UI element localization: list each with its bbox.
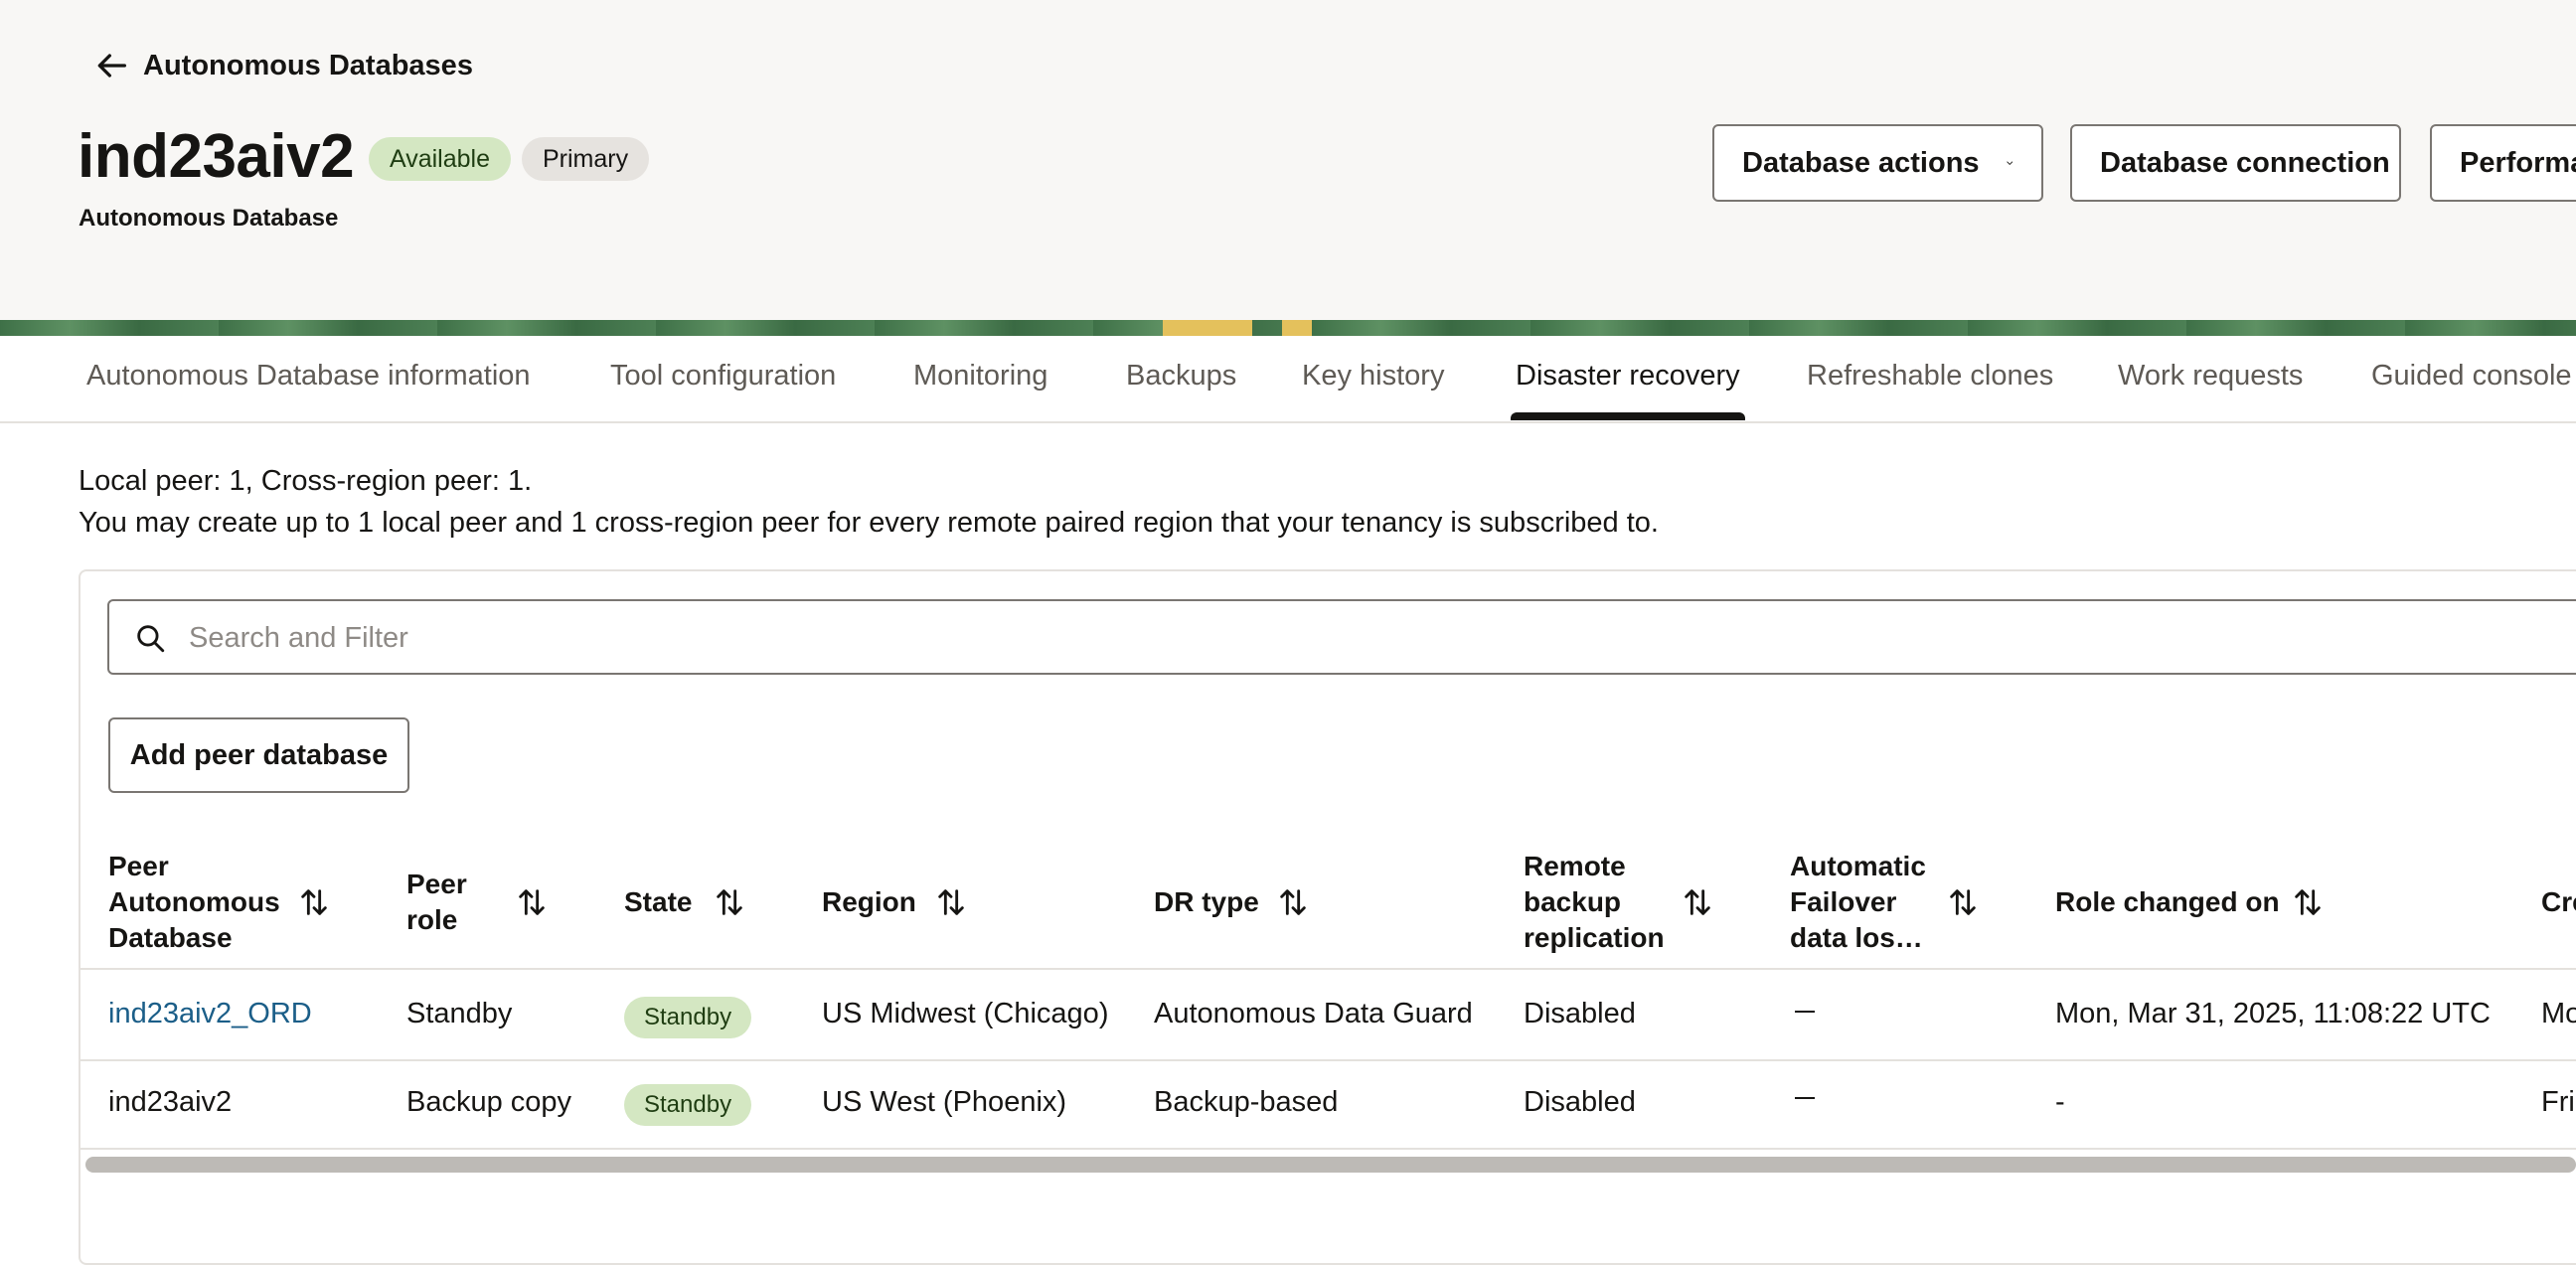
column-header-line: backup (1524, 886, 1622, 917)
column-header-line: Failover (1790, 886, 1897, 917)
created-cell: Mon (2541, 998, 2576, 1029)
peer-role-cell: Backup copy (406, 1086, 572, 1118)
tab-key-history[interactable]: Key history (1302, 360, 1444, 393)
banner-highlight (1282, 320, 1312, 336)
column-header-peer-database[interactable]: Peer Autonomous Database (108, 849, 280, 956)
peer-role-cell: Standby (406, 998, 513, 1029)
banner-highlight (1163, 320, 1252, 336)
search-input[interactable] (187, 611, 2576, 665)
column-header-peer-role[interactable]: Peer role (406, 867, 467, 938)
tab-refreshable-clones[interactable]: Refreshable clones (1807, 360, 2053, 393)
region-cell: US West (Phoenix) (822, 1086, 1067, 1118)
arrow-left-icon (97, 54, 127, 78)
role-changed-on-cell: - (2055, 1086, 2065, 1118)
column-header-state[interactable]: State (624, 884, 692, 920)
peer-limit-text: You may create up to 1 local peer and 1 … (79, 507, 1659, 539)
tab-guided-console[interactable]: Guided console (2371, 360, 2572, 393)
remote-backup-cell: Disabled (1524, 998, 1636, 1029)
column-header-line: Automatic (1790, 851, 1926, 881)
state-badge: Standby (624, 997, 752, 1038)
add-peer-database-button[interactable]: Add peer database (108, 717, 409, 793)
performance-hub-button[interactable]: Performance Hub (2430, 124, 2576, 202)
column-header-remote-backup[interactable]: Remote backup replication (1524, 849, 1665, 956)
status-badge: Available (369, 137, 512, 181)
column-header-line: data los… (1790, 922, 1923, 953)
peer-count-text: Local peer: 1, Cross-region peer: 1. (79, 465, 533, 497)
page-header: Autonomous Databases ind23aiv2 Available… (0, 0, 2576, 320)
tab-work-requests[interactable]: Work requests (2118, 360, 2303, 393)
column-header-region[interactable]: Region (822, 884, 916, 920)
sort-dr-type-icon[interactable] (1276, 885, 1310, 919)
column-header-automatic-failover[interactable]: Automatic Failover data los… (1790, 849, 1926, 956)
tab-monitoring[interactable]: Monitoring (913, 360, 1047, 393)
chevron-down-icon (2006, 161, 2012, 165)
table-divider (80, 1148, 2576, 1150)
horizontal-scrollbar[interactable] (85, 1157, 2576, 1173)
tab-bar: Autonomous Database information Tool con… (0, 336, 2576, 423)
sort-remote-backup-icon[interactable] (1681, 885, 1714, 919)
database-connection-button[interactable]: Database connection (2070, 124, 2401, 202)
search-filter-box[interactable] (107, 599, 2576, 675)
empty-value-dash (1795, 1097, 1815, 1099)
tab-autonomous-database-information[interactable]: Autonomous Database information (86, 360, 531, 393)
sort-automatic-failover-icon[interactable] (1946, 885, 1980, 919)
dr-type-cell: Backup-based (1154, 1086, 1339, 1118)
tab-backups[interactable]: Backups (1126, 360, 1236, 393)
page-title: ind23aiv2 (78, 122, 355, 191)
search-icon (137, 625, 165, 653)
tab-tool-configuration[interactable]: Tool configuration (610, 360, 836, 393)
column-header-line: Autonomous (108, 886, 280, 917)
decorative-banner (0, 320, 2576, 336)
peer-database-link[interactable]: ind23aiv2_ORD (108, 998, 312, 1030)
column-header-line: Peer (406, 869, 467, 899)
sort-peer-role-icon[interactable] (515, 885, 549, 919)
back-link-label: Autonomous Databases (143, 49, 473, 81)
database-actions-button[interactable]: Database actions (1712, 124, 2043, 202)
sort-state-icon[interactable] (713, 885, 746, 919)
column-header-dr-type[interactable]: DR type (1154, 884, 1259, 920)
role-changed-on-cell: Mon, Mar 31, 2025, 11:08:22 UTC (2055, 998, 2491, 1029)
sort-role-changed-on-icon[interactable] (2291, 885, 2325, 919)
database-actions-label: Database actions (1742, 146, 1980, 179)
column-header-line: role (406, 904, 458, 935)
column-header-line: Remote (1524, 851, 1626, 881)
column-header-line: Peer (108, 851, 169, 881)
page-subtitle: Autonomous Database (79, 205, 339, 232)
back-link[interactable]: Autonomous Databases (91, 46, 473, 85)
dr-type-cell: Autonomous Data Guard (1154, 998, 1473, 1029)
database-connection-label: Database connection (2100, 146, 2390, 179)
table-divider (80, 968, 2576, 970)
active-tab-indicator (1511, 412, 1745, 420)
sort-peer-database-icon[interactable] (297, 885, 331, 919)
role-badge: Primary (522, 137, 650, 181)
created-cell: Fri (2541, 1086, 2575, 1118)
tab-disaster-recovery[interactable]: Disaster recovery (1516, 360, 1740, 393)
peer-database-name: ind23aiv2 (108, 1086, 233, 1118)
region-cell: US Midwest (Chicago) (822, 998, 1109, 1029)
remote-backup-cell: Disabled (1524, 1086, 1636, 1118)
column-header-created[interactable]: Created (2541, 884, 2576, 920)
state-badge: Standby (624, 1084, 752, 1126)
column-header-line: replication (1524, 922, 1665, 953)
column-header-role-changed-on[interactable]: Role changed on (2055, 884, 2280, 920)
empty-value-dash (1795, 1011, 1815, 1013)
performance-hub-label: Performance Hub (2460, 146, 2576, 179)
sort-region-icon[interactable] (934, 885, 968, 919)
table-divider (80, 1059, 2576, 1061)
column-header-line: Database (108, 922, 233, 953)
